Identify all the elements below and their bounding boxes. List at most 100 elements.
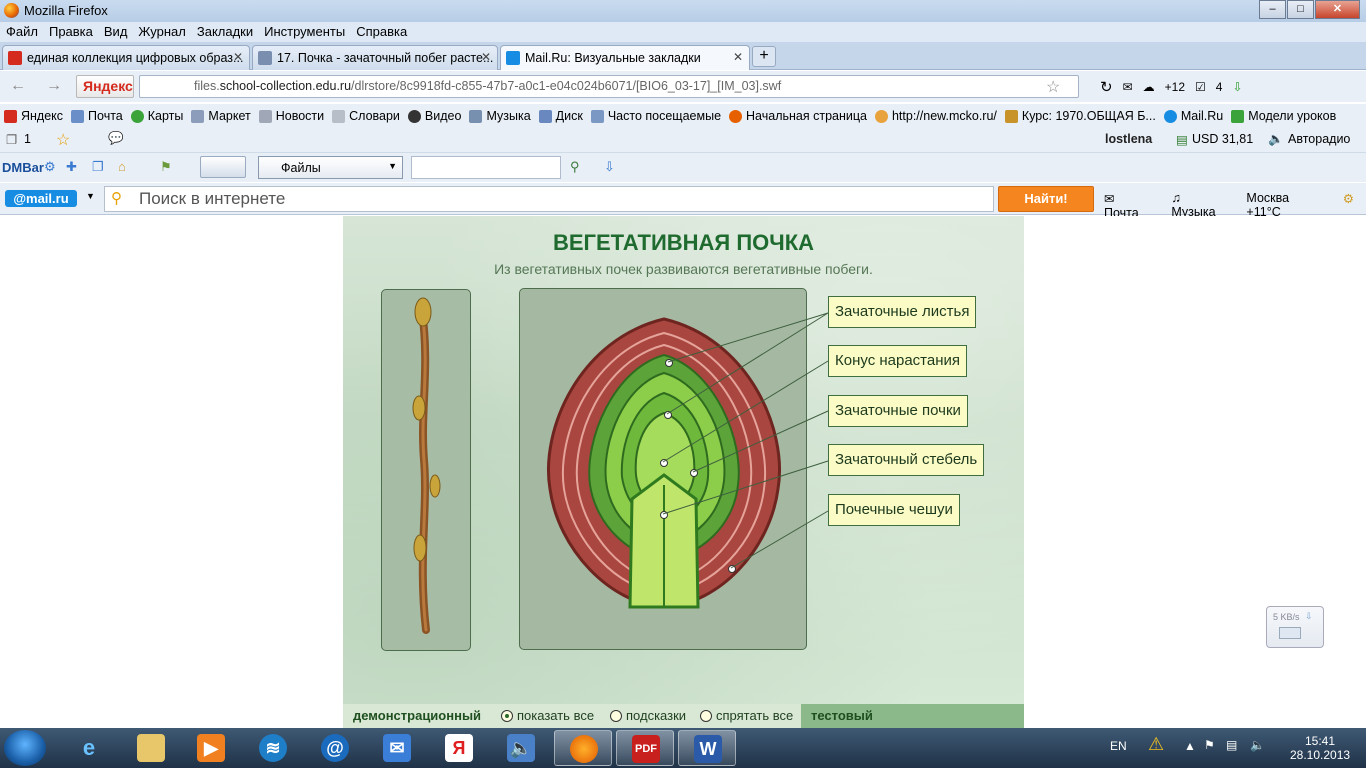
taskbar-firefox[interactable] (554, 730, 612, 766)
bookmark-lesson-models[interactable]: Модели уроков (1231, 109, 1336, 123)
bookmark-start-page[interactable]: Начальная страница (729, 109, 867, 123)
tray-expand-icon[interactable]: ▲ (1184, 739, 1196, 753)
find-button[interactable]: Найти! (998, 186, 1094, 212)
bookmark-mcko[interactable]: http://new.mcko.ru/ (874, 109, 997, 123)
capture-button[interactable] (200, 156, 246, 178)
menu-history[interactable]: Журнал (138, 22, 185, 42)
bookmark-dictionaries[interactable]: Словари (332, 109, 400, 123)
bookmark-market[interactable]: Маркет (191, 109, 251, 123)
download-icon[interactable]: ⇩ (604, 159, 615, 175)
internet-search-input[interactable]: ⚲ Поиск в интернете (104, 186, 994, 212)
comment-icon[interactable]: 💬 (108, 131, 124, 146)
alert-icon[interactable]: ⚠ (1148, 734, 1164, 755)
taskbar-media-player[interactable]: ▶ (182, 730, 240, 766)
plus-icon[interactable]: ✚ (66, 159, 77, 175)
music-icon (469, 109, 483, 123)
download-icon[interactable]: ⇩ (1232, 80, 1242, 94)
radio-hide-all[interactable]: спрятать все (700, 708, 793, 723)
reload-icon[interactable]: ↻ (1100, 78, 1113, 96)
tab-mailru[interactable]: Mail.Ru: Визуальные закладки ✕ (500, 45, 750, 70)
bookmark-frequent[interactable]: Часто посещаемые (590, 109, 721, 123)
bookmark-course[interactable]: Курс: 1970.ОБЩАЯ Б... (1004, 109, 1156, 123)
usd-rate[interactable]: USD 31,81 (1192, 132, 1253, 146)
mailru-toolbar: @mail.ru ▼ ⚲ Поиск в интернете Найти! ✉ … (0, 183, 1366, 220)
mailru-logo[interactable]: @mail.ru (5, 190, 77, 207)
label-leaf-primordia[interactable]: Зачаточные листья (828, 296, 977, 328)
taskbar-mail[interactable]: ✉ (368, 730, 426, 766)
label-stem-primordium[interactable]: Зачаточный стебель (828, 444, 985, 476)
username[interactable]: lostlena (1105, 132, 1152, 146)
word-icon: W (694, 735, 722, 763)
bookmark-disk[interactable]: Диск (538, 109, 583, 123)
star-bookmark-icon[interactable]: ☆ (1046, 77, 1060, 97)
bookmark-maps[interactable]: Карты (130, 109, 183, 123)
menu-help[interactable]: Справка (356, 22, 407, 42)
start-button[interactable] (4, 730, 46, 766)
network-tray-icon[interactable]: ▤ (1226, 738, 1237, 752)
tab-pochka[interactable]: 17. Почка - зачаточный побег расте... ✕ (252, 45, 498, 70)
taskbar-ie[interactable]: e (60, 730, 118, 766)
menu-edit[interactable]: Правка (49, 22, 93, 42)
tab-collection[interactable]: единая коллекция цифровых образ... ✕ (2, 45, 250, 70)
windows-icon[interactable]: ❐ (92, 159, 104, 175)
test-mode-tab[interactable]: тестовый (801, 704, 1024, 728)
menu-view[interactable]: Вид (104, 22, 128, 42)
close-tab-icon[interactable]: ✕ (733, 50, 743, 64)
close-tab-icon[interactable]: ✕ (233, 50, 243, 64)
yandex-button[interactable]: Яндекс (76, 75, 134, 98)
home-icon[interactable]: ⌂ (118, 159, 126, 174)
dmbar-label[interactable]: DMBar (2, 160, 44, 175)
folder-icon (137, 734, 165, 762)
addon-icon[interactable]: ⚑ (160, 159, 172, 175)
taskbar-word[interactable]: W (678, 730, 736, 766)
close-window-button[interactable]: ✕ (1315, 0, 1360, 19)
url-bar[interactable]: files.school-collection.edu.ru/dlrstore/… (139, 75, 1079, 98)
maximize-button[interactable]: □ (1287, 0, 1314, 19)
flash-animation[interactable]: ВЕГЕТАТИВНАЯ ПОЧКА Из вегетативных почек… (343, 216, 1024, 728)
minimize-button[interactable]: – (1259, 0, 1286, 19)
taskbar-mail-agent[interactable]: @ (306, 730, 364, 766)
taskbar-network[interactable]: ≋ (244, 730, 302, 766)
files-dropdown[interactable]: Файлы ▼ (258, 156, 403, 179)
taskbar-audio[interactable]: 🔈 (492, 730, 550, 766)
volume-icon[interactable]: 🔈 (1250, 738, 1265, 752)
mail-icon[interactable]: ✉ (1123, 80, 1133, 94)
star-icon[interactable]: ☆ (56, 130, 70, 150)
radio-station[interactable]: Авторадио (1288, 132, 1350, 146)
menu-bookmarks[interactable]: Закладки (197, 22, 253, 42)
network-speed-widget[interactable]: 5 KB/s ⇩ (1266, 606, 1324, 648)
taskbar-pdf[interactable]: PDF (616, 730, 674, 766)
tabs-counter-icon[interactable]: ❐ (6, 132, 17, 147)
chevron-down-icon[interactable]: ▼ (86, 191, 95, 201)
close-tab-icon[interactable]: ✕ (481, 50, 491, 64)
flag-icon[interactable]: ⚑ (1204, 738, 1215, 752)
label-growth-cone[interactable]: Конус нарастания (828, 345, 968, 377)
label-bud-scales[interactable]: Почечные чешуи (828, 494, 960, 526)
radio-show-all[interactable]: показать все (501, 708, 594, 723)
taskbar-explorer[interactable] (122, 730, 180, 766)
tool-icon[interactable]: ⚙ (44, 159, 56, 175)
forward-arrow-icon[interactable]: → (46, 77, 62, 95)
bookmark-yandex[interactable]: Яндекс (4, 109, 63, 123)
menu-tools[interactable]: Инструменты (264, 22, 345, 42)
bookmark-news[interactable]: Новости (258, 109, 324, 123)
bookmark-video[interactable]: Видео (407, 109, 461, 123)
bookmark-mail[interactable]: Почта (71, 109, 123, 123)
clock[interactable]: 15:41 28.10.2013 (1290, 734, 1350, 762)
new-tab-button[interactable]: + (752, 46, 776, 67)
back-arrow-icon[interactable]: ← (10, 77, 26, 95)
bookmark-music[interactable]: Музыка (469, 109, 531, 123)
tabs-counter: 1 (24, 132, 31, 146)
weather-icon[interactable]: ☁ (1143, 80, 1155, 94)
bookmark-mailru[interactable]: Mail.Ru (1163, 109, 1223, 123)
demo-mode-tab[interactable]: демонстрационный (353, 708, 481, 723)
dmbar-search-input[interactable] (411, 156, 561, 179)
search-icon[interactable]: ⚲ (570, 159, 580, 175)
language-indicator[interactable]: EN (1110, 739, 1127, 753)
yandex-icon (4, 109, 17, 123)
menu-file[interactable]: Файл (6, 22, 38, 42)
taskbar-yandex[interactable]: Я (430, 730, 488, 766)
label-bud-primordia[interactable]: Зачаточные почки (828, 395, 968, 427)
radio-hints[interactable]: подсказки (610, 708, 686, 723)
notification-icon[interactable]: ☑ (1195, 80, 1206, 94)
